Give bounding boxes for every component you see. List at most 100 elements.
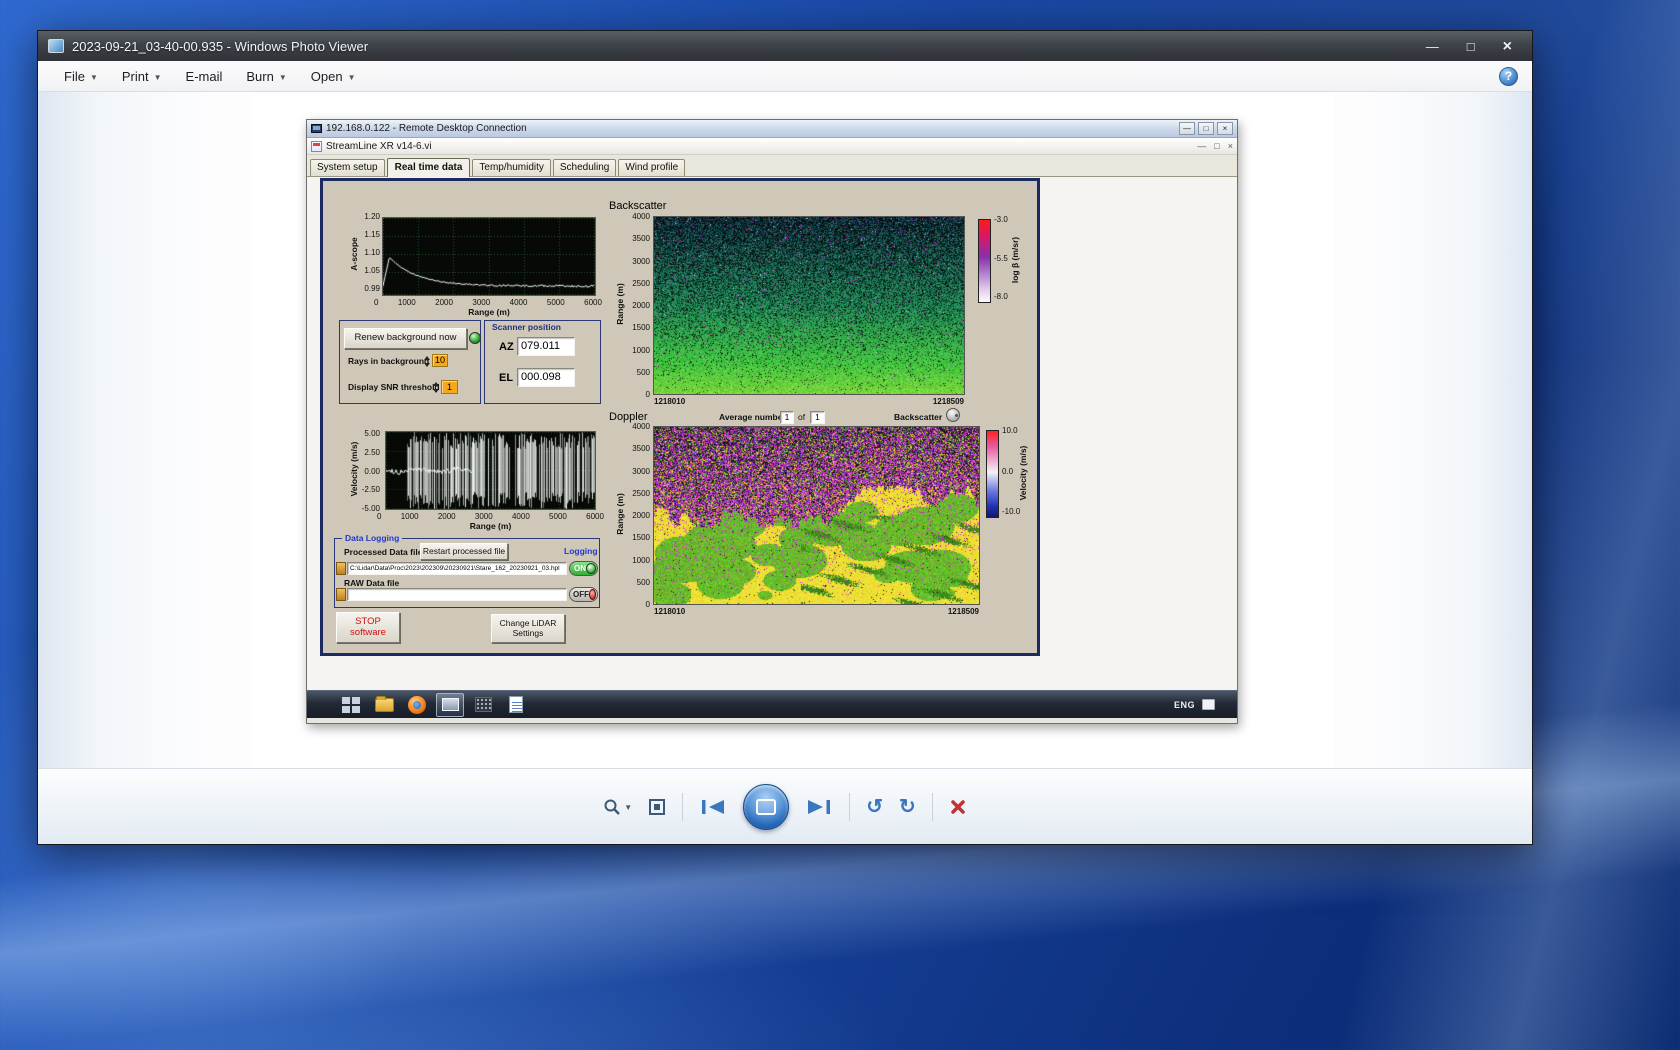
change-lidar-settings-button[interactable]: Change LiDAR Settings bbox=[491, 614, 565, 643]
processed-path-browse-button[interactable] bbox=[336, 562, 346, 575]
backscatter-plot bbox=[653, 216, 965, 395]
help-icon[interactable]: ? bbox=[1499, 67, 1518, 86]
maximize-button[interactable]: □ bbox=[1467, 40, 1475, 53]
ascope-x-axis-label: Range (m) bbox=[382, 307, 596, 317]
taskbar-notepad-icon[interactable] bbox=[502, 693, 530, 717]
slideshow-icon bbox=[756, 799, 776, 815]
background-status-led-icon bbox=[469, 332, 481, 344]
language-indicator[interactable]: ENG bbox=[1174, 700, 1195, 710]
ascope-y-ticks: 1.201.151.101.050.99 bbox=[356, 212, 380, 293]
rays-in-background-label: Rays in background bbox=[348, 356, 429, 366]
app-icon bbox=[311, 141, 322, 152]
tick-label: 5.00 bbox=[364, 429, 380, 438]
taskbar-active-window-icon[interactable] bbox=[436, 693, 464, 717]
next-button[interactable] bbox=[805, 797, 833, 817]
processed-logging-toggle[interactable]: ON bbox=[569, 561, 598, 576]
photo-image: 192.168.0.122 - Remote Desktop Connectio… bbox=[251, 93, 1334, 769]
rdp-close-button[interactable]: × bbox=[1217, 122, 1233, 135]
tick-label: 0 bbox=[374, 298, 378, 307]
doppler-x-ticks: 1218010 1218509 bbox=[654, 607, 979, 616]
snr-spinner[interactable] bbox=[433, 381, 440, 394]
tab-temp-humidity[interactable]: Temp/humidity bbox=[472, 159, 550, 176]
tab-real-time-data[interactable]: Real time data bbox=[387, 158, 471, 177]
magnifier-icon bbox=[603, 798, 621, 816]
rotate-clockwise-button[interactable]: ↻ bbox=[899, 797, 916, 817]
doppler-plot bbox=[653, 426, 980, 605]
raw-logging-toggle[interactable]: OFF bbox=[569, 587, 598, 602]
menu-file-label: File bbox=[64, 69, 85, 84]
app-minimize-button[interactable]: — bbox=[1197, 141, 1206, 151]
ascope-x-ticks: 0100020003000400050006000 bbox=[374, 298, 602, 307]
restart-processed-file-button[interactable]: Restart processed file bbox=[420, 543, 508, 560]
slideshow-button[interactable] bbox=[743, 784, 789, 830]
tab-system-setup[interactable]: System setup bbox=[310, 159, 385, 176]
settings-line2: Settings bbox=[513, 629, 544, 639]
scanner-position-group: Scanner position AZ 079.011 EL 000.098 bbox=[484, 320, 601, 404]
app-close-button[interactable]: × bbox=[1228, 141, 1233, 151]
velocity-x-axis-label: Range (m) bbox=[385, 521, 596, 531]
taskbar-app-icon[interactable] bbox=[469, 693, 497, 717]
scanner-position-title: Scanner position bbox=[489, 322, 564, 332]
rdp-titlebar[interactable]: 192.168.0.122 - Remote Desktop Connectio… bbox=[307, 120, 1237, 138]
taskbar-folder-icon[interactable] bbox=[370, 693, 398, 717]
zoom-button[interactable]: ▼ bbox=[603, 798, 632, 816]
menu-open[interactable]: Open ▼ bbox=[299, 61, 368, 91]
average-value-field[interactable]: 1 bbox=[780, 411, 794, 424]
tick-label: 3000 bbox=[632, 257, 650, 266]
actual-size-button[interactable] bbox=[648, 798, 666, 816]
backscatter-toggle-knob[interactable] bbox=[946, 408, 960, 422]
menu-file[interactable]: File ▼ bbox=[52, 61, 110, 91]
menu-print[interactable]: Print ▼ bbox=[110, 61, 174, 91]
tick-label: 2000 bbox=[632, 301, 650, 310]
tab-scheduling[interactable]: Scheduling bbox=[553, 159, 616, 176]
menu-burn[interactable]: Burn ▼ bbox=[234, 61, 298, 91]
snr-threshold-label: Display SNR threshold bbox=[348, 382, 440, 392]
tick-label: 2500 bbox=[632, 279, 650, 288]
rdp-client-area: StreamLine XR v14-6.vi — □ × System setu… bbox=[307, 138, 1237, 723]
average-total-field[interactable]: 1 bbox=[810, 411, 825, 424]
renew-background-button[interactable]: Renew background now bbox=[344, 328, 467, 349]
tick-label: 6000 bbox=[584, 298, 602, 307]
dropdown-chevron-icon: ▼ bbox=[154, 71, 162, 82]
tick-label: 2000 bbox=[435, 298, 453, 307]
keyboard-icon[interactable] bbox=[1202, 699, 1215, 710]
raw-path-field[interactable] bbox=[347, 588, 567, 601]
rdp-minimize-button[interactable]: — bbox=[1179, 122, 1195, 135]
tick-label: 3500 bbox=[632, 444, 650, 453]
stop-software-button[interactable]: STOP software bbox=[336, 612, 400, 643]
close-button[interactable]: × bbox=[1503, 40, 1512, 53]
tick-label: 3000 bbox=[475, 512, 493, 521]
previous-icon bbox=[699, 797, 727, 817]
rays-value-field[interactable]: 10 bbox=[432, 354, 448, 367]
backscatter-x-start: 1218010 bbox=[654, 397, 685, 406]
taskbar-grid-icon[interactable] bbox=[337, 693, 365, 717]
app-body: A-scope 1.201.151.101.050.99 01000200030… bbox=[307, 177, 1237, 690]
tick-label: 2000 bbox=[632, 511, 650, 520]
processed-toggle-label: ON bbox=[574, 564, 586, 573]
raw-toggle-label: OFF bbox=[573, 590, 589, 599]
menu-email[interactable]: E-mail bbox=[174, 61, 235, 91]
el-value-field[interactable]: 000.098 bbox=[517, 368, 575, 387]
taskbar-firefox-icon[interactable] bbox=[403, 693, 431, 717]
rdp-maximize-button[interactable]: □ bbox=[1198, 122, 1214, 135]
processed-path-field[interactable]: C:\Lidar\Data\Proc\2023\202309\20230921\… bbox=[347, 562, 567, 575]
raw-path-browse-button[interactable] bbox=[336, 588, 346, 601]
rotate-counterclockwise-button[interactable]: ↺ bbox=[866, 797, 883, 817]
velocity-y-ticks: 5.002.500.00-2.50-5.00 bbox=[356, 429, 380, 513]
data-logging-title: Data Logging bbox=[342, 533, 402, 543]
tab-wind-profile[interactable]: Wind profile bbox=[618, 159, 685, 176]
tick-label: 4000 bbox=[510, 298, 528, 307]
backscatter-x-ticks: 1218010 1218509 bbox=[654, 397, 964, 406]
minimize-button[interactable]: — bbox=[1426, 40, 1439, 53]
snr-value-field[interactable]: 1 bbox=[441, 380, 458, 394]
az-value-field[interactable]: 079.011 bbox=[517, 337, 575, 356]
photo-viewer-titlebar[interactable]: 2023-09-21_03-40-00.935 - Windows Photo … bbox=[38, 31, 1532, 61]
tick-label: 2.50 bbox=[364, 448, 380, 457]
rays-spinner[interactable] bbox=[424, 355, 431, 368]
app-titlebar[interactable]: StreamLine XR v14-6.vi — □ × bbox=[307, 138, 1237, 155]
delete-button[interactable] bbox=[949, 798, 967, 816]
menu-email-label: E-mail bbox=[186, 69, 223, 84]
app-maximize-button[interactable]: □ bbox=[1214, 141, 1219, 151]
tick-label: 4000 bbox=[632, 212, 650, 221]
previous-button[interactable] bbox=[699, 797, 727, 817]
